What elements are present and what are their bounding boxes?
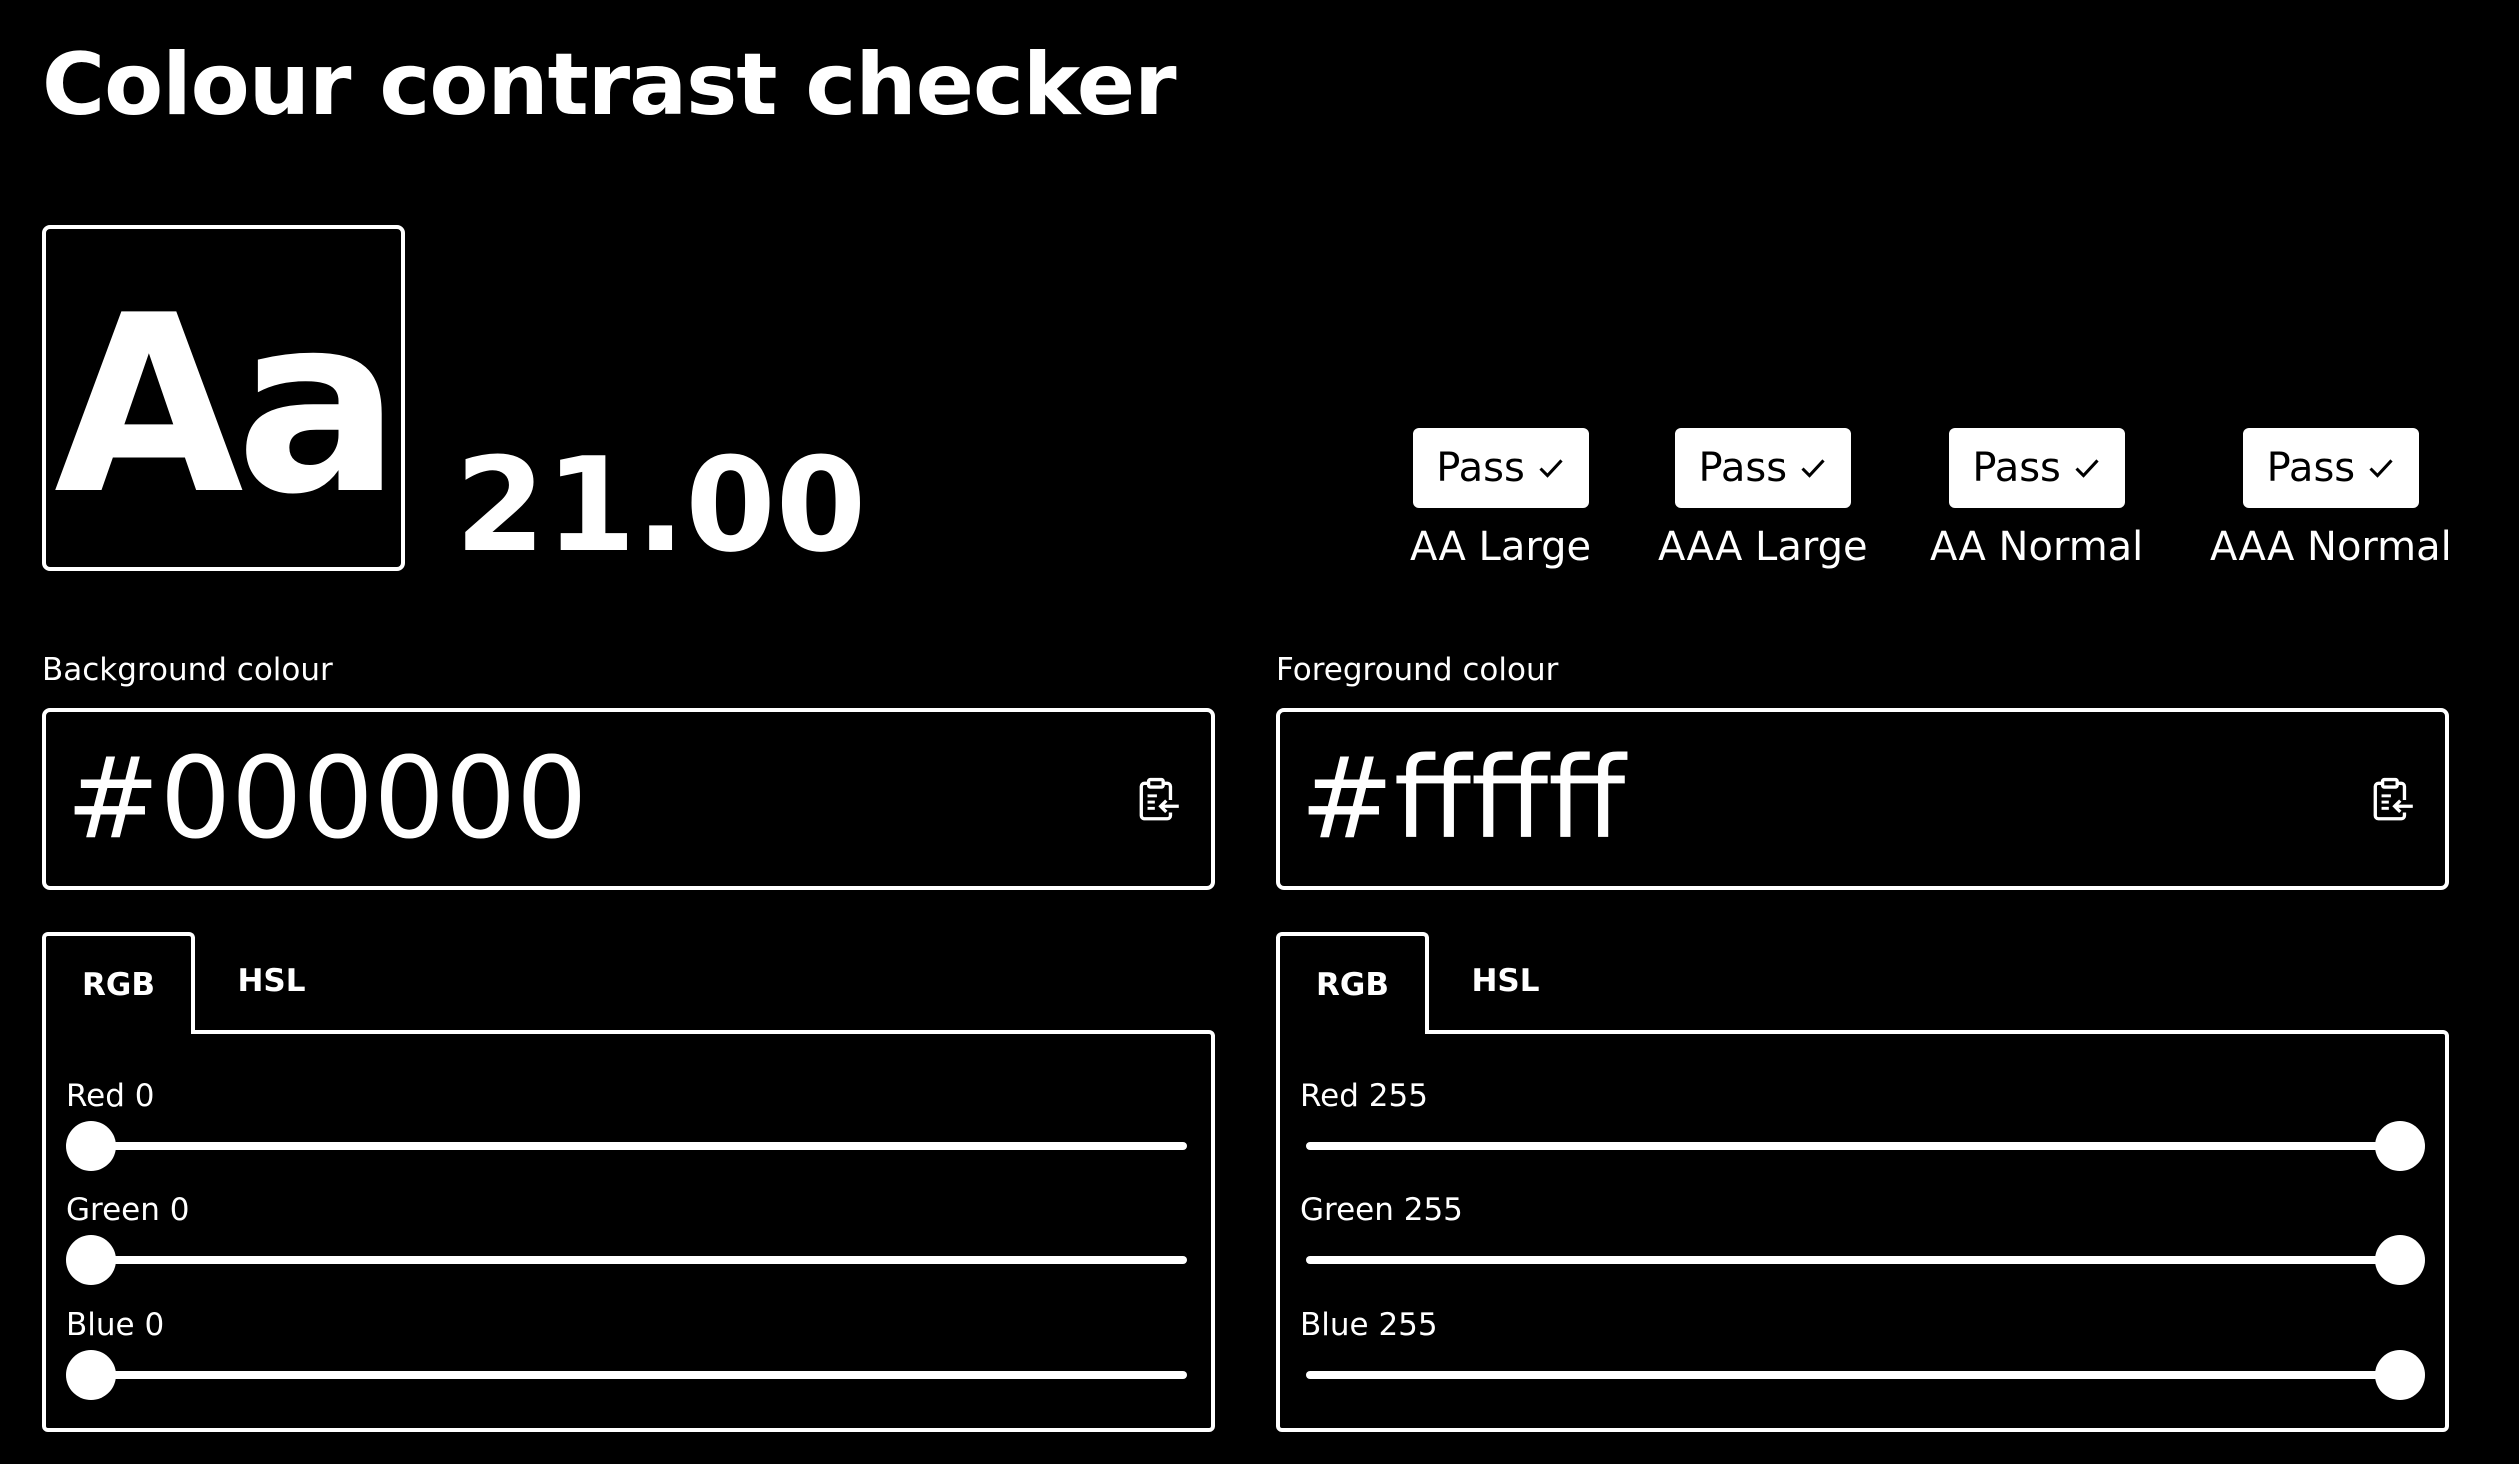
blue-slider-label: Blue 255 (1300, 1307, 1438, 1343)
page: Colour contrast checker Aa 21.00 Pass AA… (0, 0, 2519, 1464)
tab-hsl[interactable]: HSL (195, 932, 348, 1030)
check-icon (2369, 459, 2393, 478)
background-rgb-panel: Red 0 Green 0 Blue 0 (42, 1030, 1215, 1432)
green-slider-label: Green 255 (1300, 1192, 1463, 1228)
pass-badge-label: Pass (2266, 445, 2356, 491)
pass-badge-label: Pass (1436, 445, 1525, 491)
pass-badge: Pass (1412, 428, 1589, 508)
preview-sample-text: Aa (54, 262, 401, 548)
clipboard-paste-icon (1139, 777, 1179, 821)
green-slider-row: Green 0 (66, 1190, 1191, 1285)
red-slider-track[interactable] (1306, 1142, 2421, 1150)
background-tabs: RGB HSL (42, 932, 1215, 1034)
red-slider-label: Red 255 (1300, 1078, 1428, 1114)
check-icon (2075, 459, 2099, 478)
foreground-rgb-panel: Red 255 Green 255 Blue 255 (1276, 1030, 2449, 1432)
check-icon (1539, 459, 1563, 478)
foreground-paste-button[interactable] (2365, 772, 2421, 828)
pass-badge-label: Pass (1698, 445, 1788, 491)
red-slider-track[interactable] (72, 1142, 1187, 1150)
contrast-preview: Aa (42, 225, 405, 571)
background-paste-button[interactable] (1131, 772, 1187, 828)
green-slider-row: Green 255 (1300, 1190, 2425, 1285)
foreground-tabs: RGB HSL (1276, 932, 2449, 1034)
contrast-ratio: 21.00 (455, 429, 867, 581)
background-colour-field (42, 708, 1215, 890)
blue-slider-track[interactable] (72, 1371, 1187, 1379)
result-aaa-normal: Pass AAA Normal (2210, 428, 2452, 572)
foreground-colour-field (1276, 708, 2449, 890)
red-slider-row: Red 0 (66, 1076, 1191, 1171)
background-colour-input[interactable] (66, 732, 1086, 866)
pass-badge: Pass (2242, 428, 2419, 508)
pass-badge: Pass (1674, 428, 1851, 508)
blue-slider-row: Blue 255 (1300, 1305, 2425, 1400)
red-slider-row: Red 255 (1300, 1076, 2425, 1171)
blue-slider-thumb[interactable] (66, 1350, 116, 1400)
green-slider-label: Green 0 (66, 1192, 190, 1228)
blue-slider-label: Blue 0 (66, 1307, 165, 1343)
red-slider-label: Red 0 (66, 1078, 155, 1114)
green-slider-thumb[interactable] (2375, 1235, 2425, 1285)
tab-rgb[interactable]: RGB (1276, 932, 1429, 1034)
red-slider-thumb[interactable] (66, 1121, 116, 1171)
foreground-colour-section: Foreground colour RGB HSL (1276, 650, 2449, 1432)
pass-badge: Pass (1948, 428, 2125, 508)
green-slider-thumb[interactable] (66, 1235, 116, 1285)
blue-slider-thumb[interactable] (2375, 1350, 2425, 1400)
result-aaa-large: Pass AAA Large (1658, 428, 1868, 572)
result-label: AA Normal (1930, 524, 2144, 570)
result-aa-normal: Pass AA Normal (1930, 428, 2143, 572)
background-colour-section: Background colour RGB HSL (42, 650, 1215, 1432)
result-label: AAA Normal (2210, 524, 2452, 570)
result-aa-large: Pass AA Large (1410, 428, 1591, 572)
tab-rgb[interactable]: RGB (42, 932, 195, 1034)
blue-slider-row: Blue 0 (66, 1305, 1191, 1400)
clipboard-paste-icon (2373, 777, 2413, 821)
red-slider-thumb[interactable] (2375, 1121, 2425, 1171)
check-icon (1801, 459, 1825, 478)
pass-badge-label: Pass (1972, 445, 2061, 491)
result-label: AA Large (1410, 524, 1592, 570)
blue-slider-track[interactable] (1306, 1371, 2421, 1379)
foreground-colour-input[interactable] (1300, 732, 2320, 866)
foreground-colour-label: Foreground colour (1276, 652, 1559, 688)
green-slider-track[interactable] (72, 1256, 1187, 1264)
result-label: AAA Large (1658, 524, 1868, 570)
tab-hsl[interactable]: HSL (1429, 932, 1582, 1030)
page-title: Colour contrast checker (42, 35, 1177, 135)
green-slider-track[interactable] (1306, 1256, 2421, 1264)
background-colour-label: Background colour (42, 652, 333, 688)
